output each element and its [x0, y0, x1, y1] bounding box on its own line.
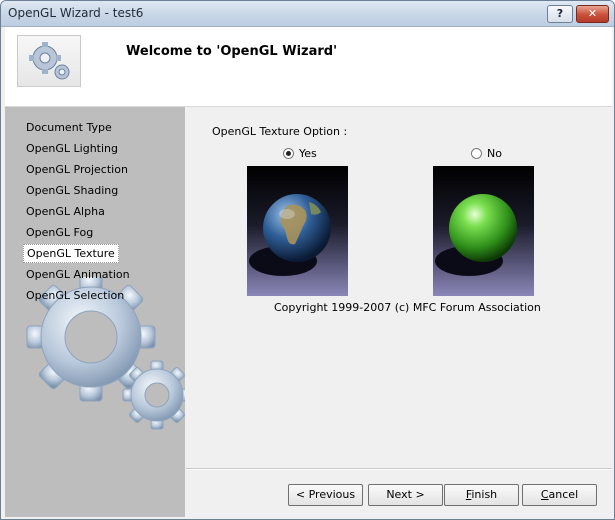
texture-no-radio[interactable]: No — [471, 147, 502, 160]
previous-button[interactable]: < Previous — [288, 484, 363, 506]
yes-label: Yes — [299, 147, 317, 160]
close-button[interactable]: ✕ — [576, 5, 609, 23]
step-opengl-selection[interactable]: OpenGL Selection — [5, 285, 185, 306]
wizard-sidebar: Document Type OpenGL Lighting OpenGL Pro… — [5, 107, 185, 517]
texture-yes-radio[interactable]: Yes — [283, 147, 317, 160]
next-button[interactable]: Next > — [368, 484, 443, 506]
step-opengl-projection[interactable]: OpenGL Projection — [5, 159, 185, 180]
welcome-heading: Welcome to 'OpenGL Wizard' — [126, 44, 338, 59]
wizard-header: Welcome to 'OpenGL Wizard' — [5, 27, 612, 107]
step-opengl-fog[interactable]: OpenGL Fog — [5, 222, 185, 243]
step-opengl-alpha[interactable]: OpenGL Alpha — [5, 201, 185, 222]
step-list: Document Type OpenGL Lighting OpenGL Pro… — [5, 117, 185, 306]
radio-unchecked-icon[interactable] — [471, 148, 482, 159]
step-opengl-texture[interactable]: OpenGL Texture — [5, 243, 185, 264]
help-button[interactable]: ? — [547, 5, 573, 23]
radio-checked-icon[interactable] — [283, 148, 294, 159]
gear-logo-icon — [17, 35, 81, 87]
title-bar[interactable]: OpenGL Wizard - test6 ? ✕ — [1, 1, 614, 27]
button-separator — [186, 468, 612, 470]
copyright-text: Copyright 1999-2007 (c) MFC Forum Associ… — [274, 301, 541, 314]
cancel-button[interactable]: Cancel — [522, 484, 597, 506]
wizard-window: OpenGL Wizard - test6 ? ✕ Welcome to 'Op… — [0, 0, 615, 520]
step-document-type[interactable]: Document Type — [5, 117, 185, 138]
step-opengl-shading[interactable]: OpenGL Shading — [5, 180, 185, 201]
step-opengl-animation[interactable]: OpenGL Animation — [5, 264, 185, 285]
textured-globe-preview — [247, 166, 348, 296]
step-opengl-lighting[interactable]: OpenGL Lighting — [5, 138, 185, 159]
texture-option-label: OpenGL Texture Option : — [212, 125, 348, 138]
window-title: OpenGL Wizard - test6 — [8, 6, 144, 20]
finish-button[interactable]: Finish — [444, 484, 519, 506]
wizard-content: OpenGL Texture Option : Yes No Copyright… — [186, 107, 612, 517]
no-label: No — [487, 147, 502, 160]
green-sphere-preview — [433, 166, 534, 296]
